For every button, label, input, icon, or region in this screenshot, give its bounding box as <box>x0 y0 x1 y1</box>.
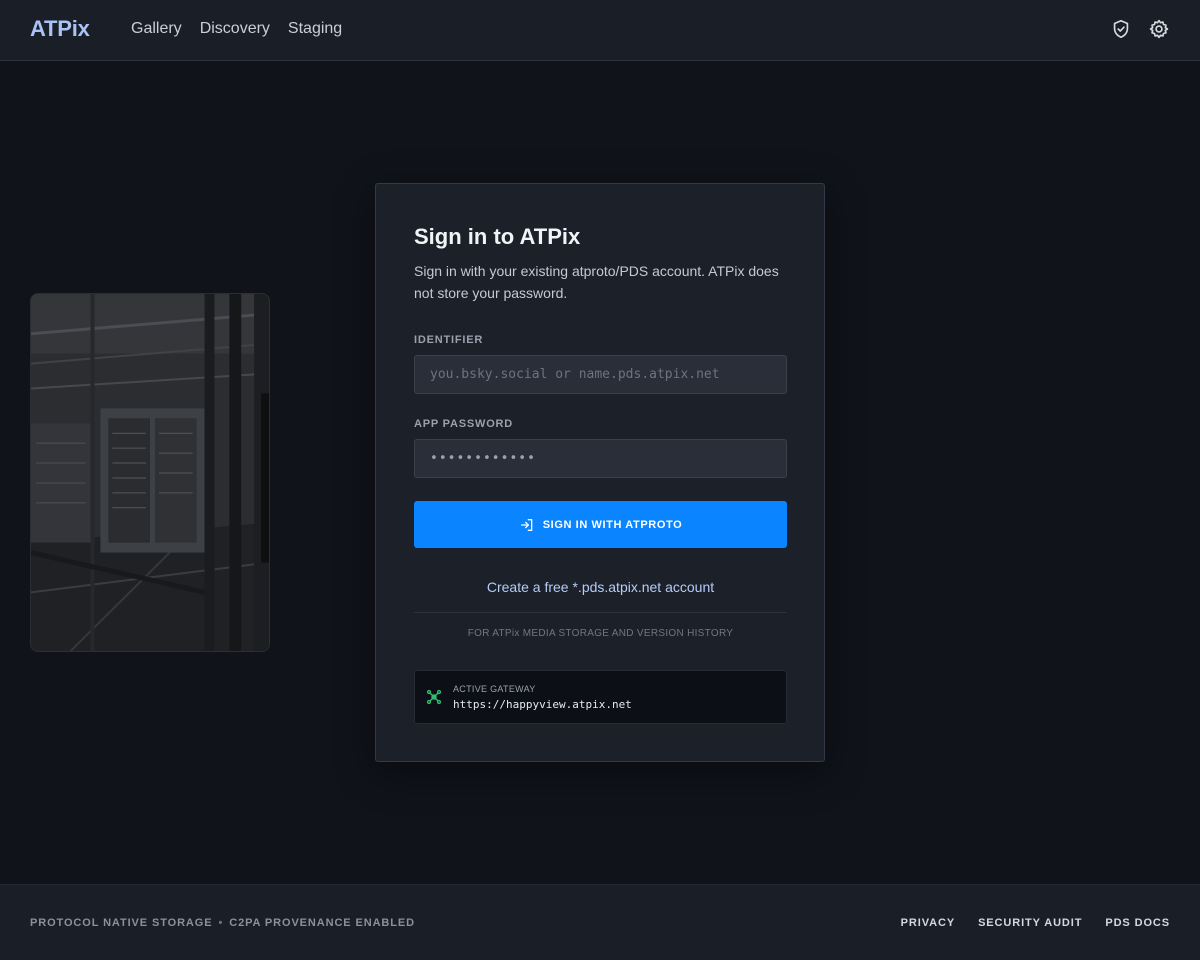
footer-provenance-text: C2PA PROVENANCE ENABLED <box>229 917 415 929</box>
sign-in-label: SIGN IN WITH ATPROTO <box>542 518 683 531</box>
storage-note: FOR ATPix MEDIA STORAGE AND VERSION HIST… <box>467 628 734 639</box>
create-account-link[interactable]: Create a free *.pds.atpix.net account <box>414 579 787 595</box>
gear-icon[interactable] <box>1148 18 1170 40</box>
footer-storage-text: PROTOCOL NATIVE STORAGE <box>30 917 213 929</box>
nav-gallery[interactable]: Gallery <box>131 20 182 38</box>
login-title: Sign in to ATPix <box>414 224 581 249</box>
gateway-url: https://happyview.atpix.net <box>453 698 632 711</box>
server-room-image <box>30 293 270 652</box>
app-password-input[interactable] <box>414 439 787 478</box>
login-card: Sign in to ATPix Sign in with your exist… <box>375 183 825 762</box>
nav-discovery[interactable]: Discovery <box>200 20 270 38</box>
footer-separator: • <box>218 917 224 929</box>
login-subtitle: Sign in with your existing atproto/PDS a… <box>414 263 779 301</box>
identifier-label: IDENTIFIER <box>414 334 484 346</box>
footer-tagline: PROTOCOL NATIVE STORAGE • C2PA PROVENANCE … <box>30 917 415 929</box>
network-hub-icon <box>426 689 442 705</box>
top-bar: ATPix Gallery Discovery Staging <box>0 0 1200 61</box>
identifier-input[interactable] <box>414 355 787 394</box>
sign-in-icon <box>520 518 533 531</box>
app-password-label: APP PASSWORD <box>414 418 514 430</box>
footer-link-privacy[interactable]: PRIVACY <box>901 917 955 929</box>
footer: PROTOCOL NATIVE STORAGE • C2PA PROVENANCE … <box>0 884 1200 960</box>
active-gateway-box: ACTIVE GATEWAY https://happyview.atpix.n… <box>414 670 787 724</box>
shield-check-icon[interactable] <box>1110 18 1132 40</box>
gateway-label: ACTIVE GATEWAY <box>453 684 536 694</box>
brand-logo[interactable]: ATPix <box>30 16 90 42</box>
nav-staging[interactable]: Staging <box>288 20 342 38</box>
sign-in-button[interactable]: SIGN IN WITH ATPROTO <box>414 501 787 548</box>
divider <box>414 612 787 613</box>
header-actions <box>1110 18 1170 40</box>
footer-link-security-audit[interactable]: SECURITY AUDIT <box>978 917 1082 929</box>
main-nav: Gallery Discovery Staging <box>131 20 360 38</box>
footer-links: PRIVACY SECURITY AUDIT PDS DOCS <box>901 917 1170 929</box>
footer-link-pds-docs[interactable]: PDS DOCS <box>1105 917 1170 929</box>
